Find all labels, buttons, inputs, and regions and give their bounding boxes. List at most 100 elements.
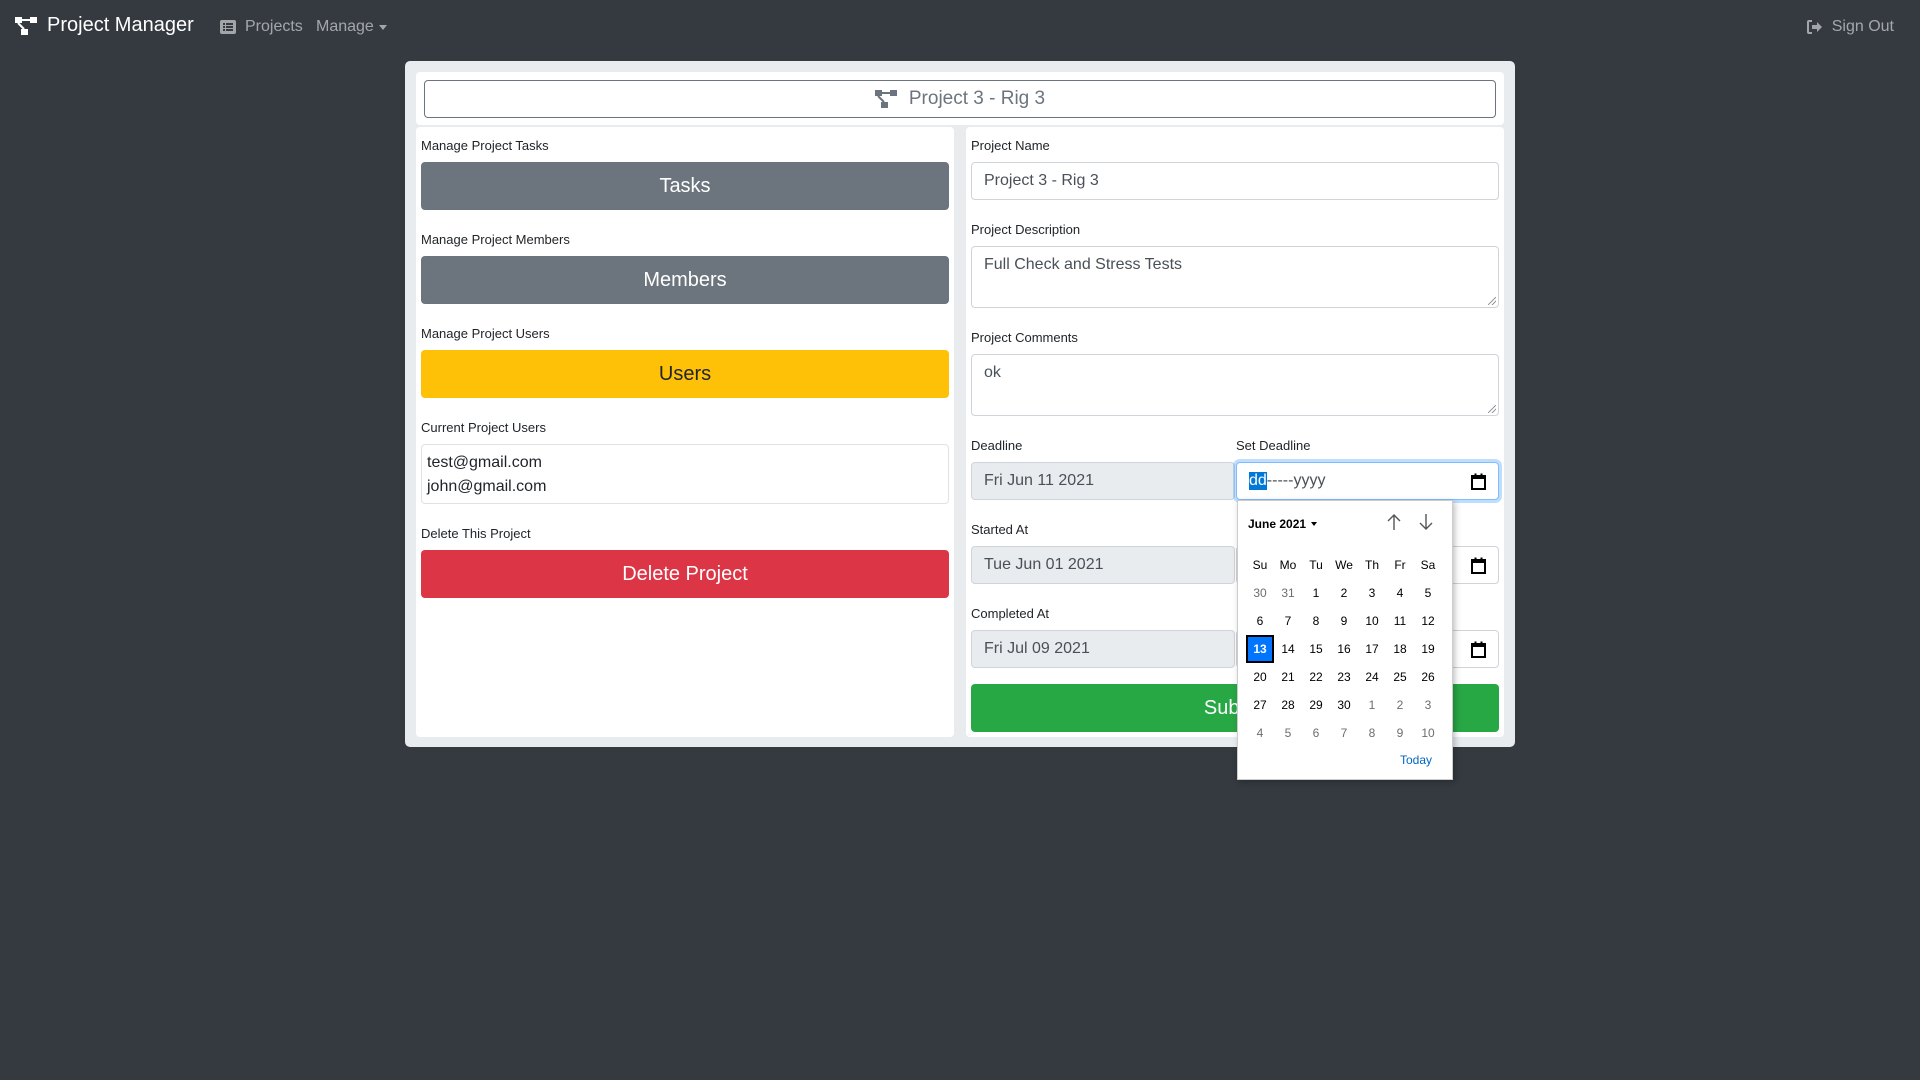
calendar-icon[interactable] [1471,473,1486,490]
delete-label: Delete This Project [421,526,531,541]
completed-at-display: Fri Jul 09 2021 [971,630,1235,668]
calendar-icon[interactable] [1471,641,1486,658]
date-month-segment[interactable]: ----- [1267,472,1294,490]
date-picker-popup: June 2021 Su Mo Tu We Th Fr Sa 30 31 1 2 3 4 5 6 7 8 9 10 1… [1237,500,1453,780]
calendar-day[interactable]: 21 [1274,663,1302,691]
users-label: Manage Project Users [421,326,550,341]
caret-down-icon [378,25,387,30]
calendar-day[interactable]: 9 [1330,607,1358,635]
completed-at-label: Completed At [971,606,1050,621]
calendar-day[interactable]: 4 [1246,719,1274,747]
members-label: Manage Project Members [421,232,570,247]
nav-projects-label: Projects [245,18,303,35]
calendar-day[interactable]: 5 [1274,719,1302,747]
calendar-day[interactable]: 10 [1358,607,1386,635]
nav-projects[interactable]: Projects [220,18,303,36]
started-at-display: Tue Jun 01 2021 [971,546,1235,584]
calendar-day[interactable]: 7 [1330,719,1358,747]
calendar-day[interactable]: 24 [1358,663,1386,691]
calendar-day[interactable]: 6 [1302,719,1330,747]
calendar-day[interactable]: 28 [1274,691,1302,719]
tasks-button[interactable]: Tasks [421,162,949,210]
calendar-day[interactable]: 17 [1358,635,1386,663]
project-name-label: Project Name [971,138,1050,153]
project-title: Project 3 - Rig 3 [908,88,1046,109]
calendar-grid: Su Mo Tu We Th Fr Sa 30 31 1 2 3 4 5 6 7 8 9 10 11 12 13 14 15 1… [1246,551,1442,747]
date-day-segment[interactable]: dd [1249,472,1267,490]
calendar-day[interactable]: 29 [1302,691,1330,719]
date-year-segment[interactable]: yyyy [1293,472,1325,490]
calendar-day[interactable]: 3 [1414,691,1442,719]
calendar-day[interactable]: 25 [1386,663,1414,691]
calendar-day[interactable]: 4 [1386,579,1414,607]
calendar-day[interactable]: 31 [1274,579,1302,607]
previous-month-arrow-icon[interactable] [1386,513,1402,531]
nav-sign-out[interactable]: Sign Out [1806,18,1894,36]
tasks-label: Manage Project Tasks [421,138,549,153]
calendar-day[interactable]: 7 [1274,607,1302,635]
nav-manage-label: Manage [316,18,374,35]
month-year-selector[interactable]: June 2021 [1248,517,1318,531]
project-description-label: Project Description [971,222,1081,237]
calendar-day[interactable]: 12 [1414,607,1442,635]
calendar-day[interactable]: 3 [1358,579,1386,607]
calendar-day[interactable]: 30 [1246,579,1274,607]
members-button[interactable]: Members [421,256,949,304]
calendar-day[interactable]: 6 [1246,607,1274,635]
users-button[interactable]: Users [421,350,949,398]
set-deadline-label: Set Deadline [1236,438,1311,453]
navbar: Project Manager Projects Manage Sign Out [0,0,1920,56]
nav-sign-out-label: Sign Out [1831,18,1894,35]
project-diagram-icon [874,90,897,108]
month-year-label: June 2021 [1248,517,1307,531]
current-users-list: test@gmail.com john@gmail.com [421,444,949,504]
weekday-header: We [1335,558,1353,572]
calendar-day[interactable]: 14 [1274,635,1302,663]
brand-title: Project Manager [47,14,194,36]
calendar-day[interactable]: 27 [1246,691,1274,719]
project-comments-textarea[interactable]: ok [971,354,1499,416]
calendar-day[interactable]: 18 [1386,635,1414,663]
calendar-day[interactable]: 19 [1414,635,1442,663]
resize-handle[interactable] [1488,405,1496,413]
brand-link[interactable]: Project Manager [15,14,194,37]
calendar-day[interactable]: 16 [1330,635,1358,663]
next-month-arrow-icon[interactable] [1418,513,1434,531]
calendar-day[interactable]: 23 [1330,663,1358,691]
calendar-day[interactable]: 22 [1302,663,1330,691]
project-description-textarea[interactable]: Full Check and Stress Tests [971,246,1499,308]
weekday-header: Mo [1279,558,1297,572]
calendar-day[interactable]: 2 [1386,691,1414,719]
weekday-header: Th [1364,558,1379,572]
user-list-item: john@gmail.com [427,478,547,495]
weekday-header: Su [1252,558,1268,572]
today-button[interactable]: Today [1400,753,1432,767]
user-list-item: test@gmail.com [427,454,542,471]
delete-project-button[interactable]: Delete Project [421,550,949,598]
calendar-day[interactable]: 1 [1358,691,1386,719]
calendar-day[interactable]: 11 [1386,607,1414,635]
project-name-input[interactable]: Project 3 - Rig 3 [971,162,1499,200]
calendar-day[interactable]: 26 [1414,663,1442,691]
calendar-day[interactable]: 8 [1302,607,1330,635]
project-diagram-icon [15,16,37,35]
calendar-day[interactable]: 15 [1302,635,1330,663]
started-at-label: Started At [971,522,1029,537]
calendar-day[interactable]: 8 [1358,719,1386,747]
calendar-day[interactable]: 9 [1386,719,1414,747]
nav-manage-dropdown[interactable]: Manage [316,18,387,36]
calendar-day[interactable]: 2 [1330,579,1358,607]
calendar-day[interactable]: 10 [1414,719,1442,747]
set-deadline-date-input[interactable]: dd ----- yyyy [1236,462,1499,500]
project-title-box: Project 3 - Rig 3 [424,80,1496,118]
resize-handle[interactable] [1488,297,1496,305]
calendar-day-selected[interactable]: 13 [1246,635,1274,663]
weekday-header: Tu [1309,558,1323,572]
calendar-icon[interactable] [1471,557,1486,574]
calendar-day[interactable]: 30 [1330,691,1358,719]
calendar-day[interactable]: 1 [1302,579,1330,607]
sign-out-icon [1806,20,1822,34]
current-users-label: Current Project Users [421,420,546,435]
calendar-day[interactable]: 5 [1414,579,1442,607]
calendar-day[interactable]: 20 [1246,663,1274,691]
